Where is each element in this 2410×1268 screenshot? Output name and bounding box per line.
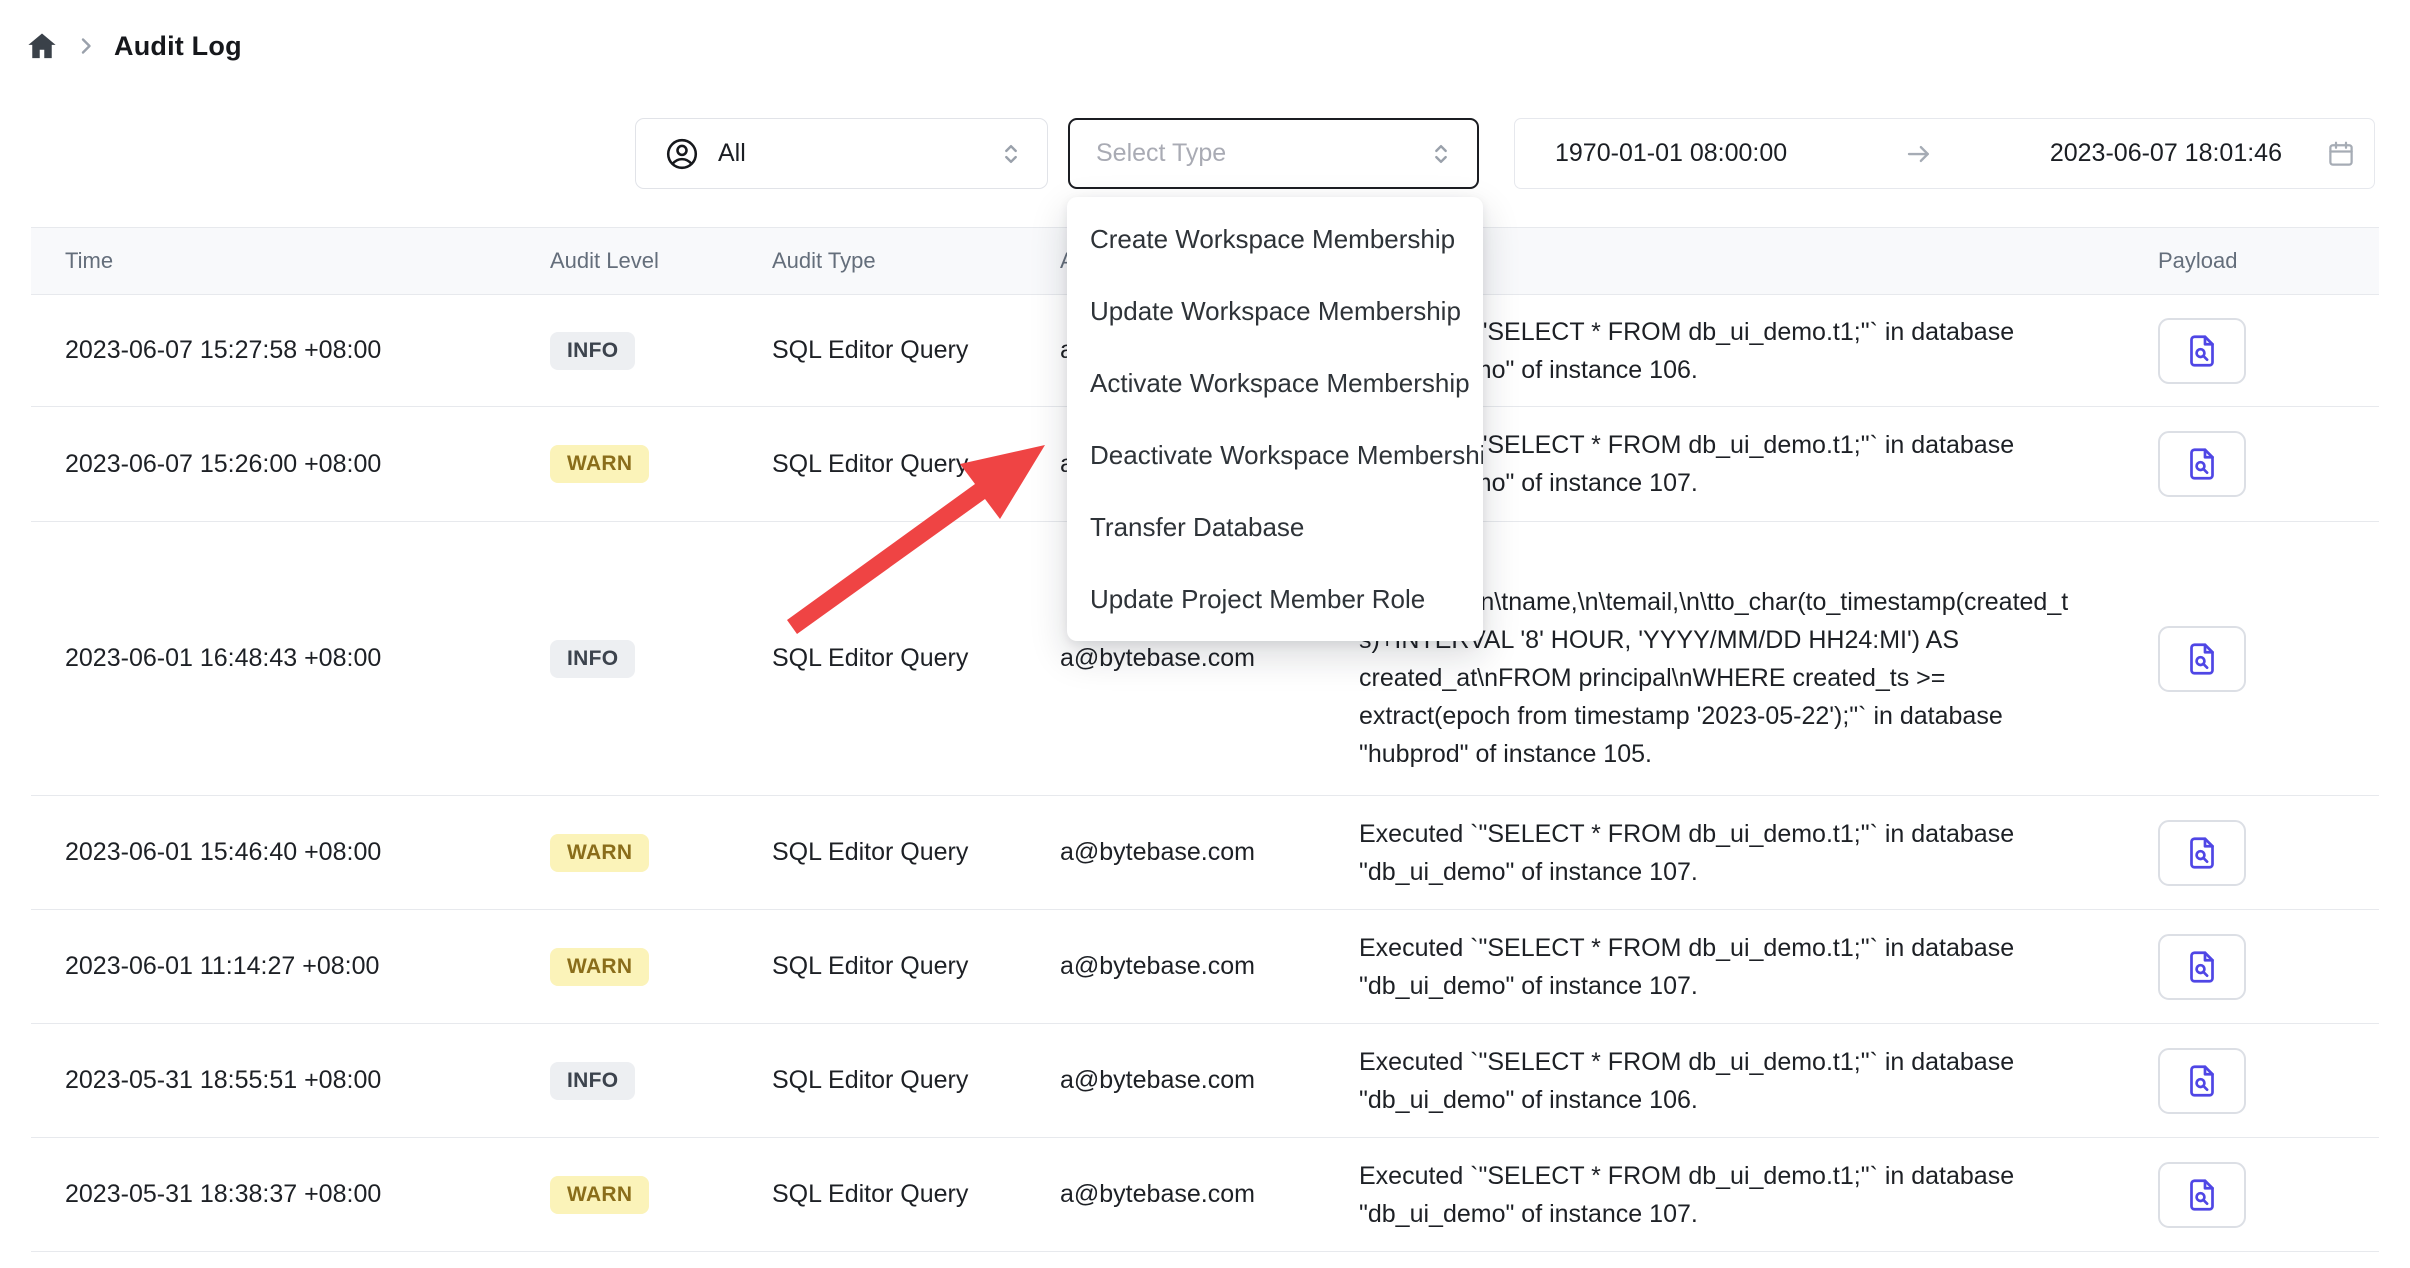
cell-audit-type: SQL Editor Query — [738, 644, 1026, 673]
audit-type-select-placeholder: Select Type — [1096, 139, 1427, 168]
cell-time: 2023-06-01 15:46:40 +08:00 — [31, 838, 516, 867]
home-icon[interactable] — [26, 30, 58, 62]
cell-actor: a@bytebase.com — [1026, 838, 1325, 867]
cell-audit-type: SQL Editor Query — [738, 838, 1026, 867]
cell-comment: Executed `"SELECT * FROM db_ui_demo.t1;"… — [1325, 815, 2124, 891]
dropdown-option[interactable]: Transfer Database — [1067, 491, 1483, 563]
chevron-right-icon — [74, 34, 98, 58]
cell-time: 2023-05-31 18:38:37 +08:00 — [31, 1180, 516, 1209]
actor-select[interactable]: All — [635, 118, 1048, 189]
cell-audit-type: SQL Editor Query — [738, 1066, 1026, 1095]
file-search-icon — [2184, 1063, 2220, 1099]
audit-level-badge: INFO — [550, 640, 635, 678]
dropdown-option[interactable]: Create Workspace Membership — [1067, 203, 1483, 275]
cell-actor: a@bytebase.com — [1026, 952, 1325, 981]
actor-select-value: All — [718, 139, 997, 168]
cell-audit-type: SQL Editor Query — [738, 1180, 1026, 1209]
cell-time: 2023-06-07 15:26:00 +08:00 — [31, 450, 516, 479]
audit-type-select[interactable]: Select Type — [1068, 118, 1479, 189]
col-header-audit-type: Audit Type — [738, 248, 1026, 274]
col-header-payload: Payload — [2124, 248, 2379, 274]
file-search-icon — [2184, 1177, 2220, 1213]
cell-comment: Executed `"SELECT * FROM db_ui_demo.t1;"… — [1325, 1043, 2124, 1119]
user-icon — [664, 136, 700, 172]
cell-time: 2023-06-01 16:48:43 +08:00 — [31, 644, 516, 673]
dropdown-option[interactable]: Update Project Member Role — [1067, 563, 1483, 635]
payload-button[interactable] — [2158, 1048, 2246, 1114]
audit-level-badge: WARN — [550, 1176, 649, 1214]
date-range-arrow-icon — [1787, 139, 2050, 169]
select-arrows-icon — [997, 140, 1025, 168]
cell-audit-type: SQL Editor Query — [738, 450, 1026, 479]
date-range-picker[interactable]: 1970-01-01 08:00:00 2023-06-07 18:01:46 — [1514, 118, 2375, 189]
cell-audit-type: SQL Editor Query — [738, 952, 1026, 981]
file-search-icon — [2184, 333, 2220, 369]
table-row: 2023-05-31 18:55:51 +08:00 INFO SQL Edit… — [31, 1024, 2379, 1138]
select-arrows-icon — [1427, 140, 1455, 168]
audit-level-badge: INFO — [550, 1062, 635, 1100]
filter-bar: All Select Type 1970-01-01 08:00:00 2023… — [635, 118, 2375, 189]
cell-time: 2023-06-07 15:27:58 +08:00 — [31, 336, 516, 365]
file-search-icon — [2184, 949, 2220, 985]
page-title: Audit Log — [114, 31, 242, 62]
breadcrumb: Audit Log — [26, 30, 242, 62]
payload-button[interactable] — [2158, 431, 2246, 497]
date-range-start[interactable]: 1970-01-01 08:00:00 — [1555, 139, 1787, 168]
dropdown-option[interactable]: Deactivate Workspace Membership — [1067, 419, 1483, 491]
audit-level-badge: WARN — [550, 445, 649, 483]
cell-actor: a@bytebase.com — [1026, 644, 1325, 673]
cell-comment: Executed `"SELECT * FROM db_ui_demo.t1;"… — [1325, 929, 2124, 1005]
payload-button[interactable] — [2158, 318, 2246, 384]
file-search-icon — [2184, 835, 2220, 871]
payload-button[interactable] — [2158, 820, 2246, 886]
table-row: 2023-05-31 18:38:37 +08:00 WARN SQL Edit… — [31, 1138, 2379, 1252]
payload-button[interactable] — [2158, 1162, 2246, 1228]
audit-level-badge: WARN — [550, 948, 649, 986]
col-header-audit-level: Audit Level — [516, 248, 738, 274]
dropdown-option[interactable]: Activate Workspace Membership — [1067, 347, 1483, 419]
calendar-icon — [2326, 139, 2356, 169]
file-search-icon — [2184, 446, 2220, 482]
cell-comment: Executed `"SELECT * FROM db_ui_demo.t1;"… — [1325, 1157, 2124, 1233]
cell-time: 2023-05-31 18:55:51 +08:00 — [31, 1066, 516, 1095]
cell-actor: a@bytebase.com — [1026, 1066, 1325, 1095]
cell-actor: a@bytebase.com — [1026, 1180, 1325, 1209]
col-header-time: Time — [31, 248, 516, 274]
audit-level-badge: WARN — [550, 834, 649, 872]
table-row: 2023-06-01 15:46:40 +08:00 WARN SQL Edit… — [31, 796, 2379, 910]
audit-type-dropdown-menu: Create Workspace Membership Update Works… — [1067, 197, 1483, 641]
cell-audit-type: SQL Editor Query — [738, 336, 1026, 365]
cell-time: 2023-06-01 11:14:27 +08:00 — [31, 952, 516, 981]
date-range-end[interactable]: 2023-06-07 18:01:46 — [2050, 139, 2282, 168]
payload-button[interactable] — [2158, 626, 2246, 692]
file-search-icon — [2184, 641, 2220, 677]
table-row: 2023-06-01 11:14:27 +08:00 WARN SQL Edit… — [31, 910, 2379, 1024]
payload-button[interactable] — [2158, 934, 2246, 1000]
audit-level-badge: INFO — [550, 332, 635, 370]
dropdown-option[interactable]: Update Workspace Membership — [1067, 275, 1483, 347]
